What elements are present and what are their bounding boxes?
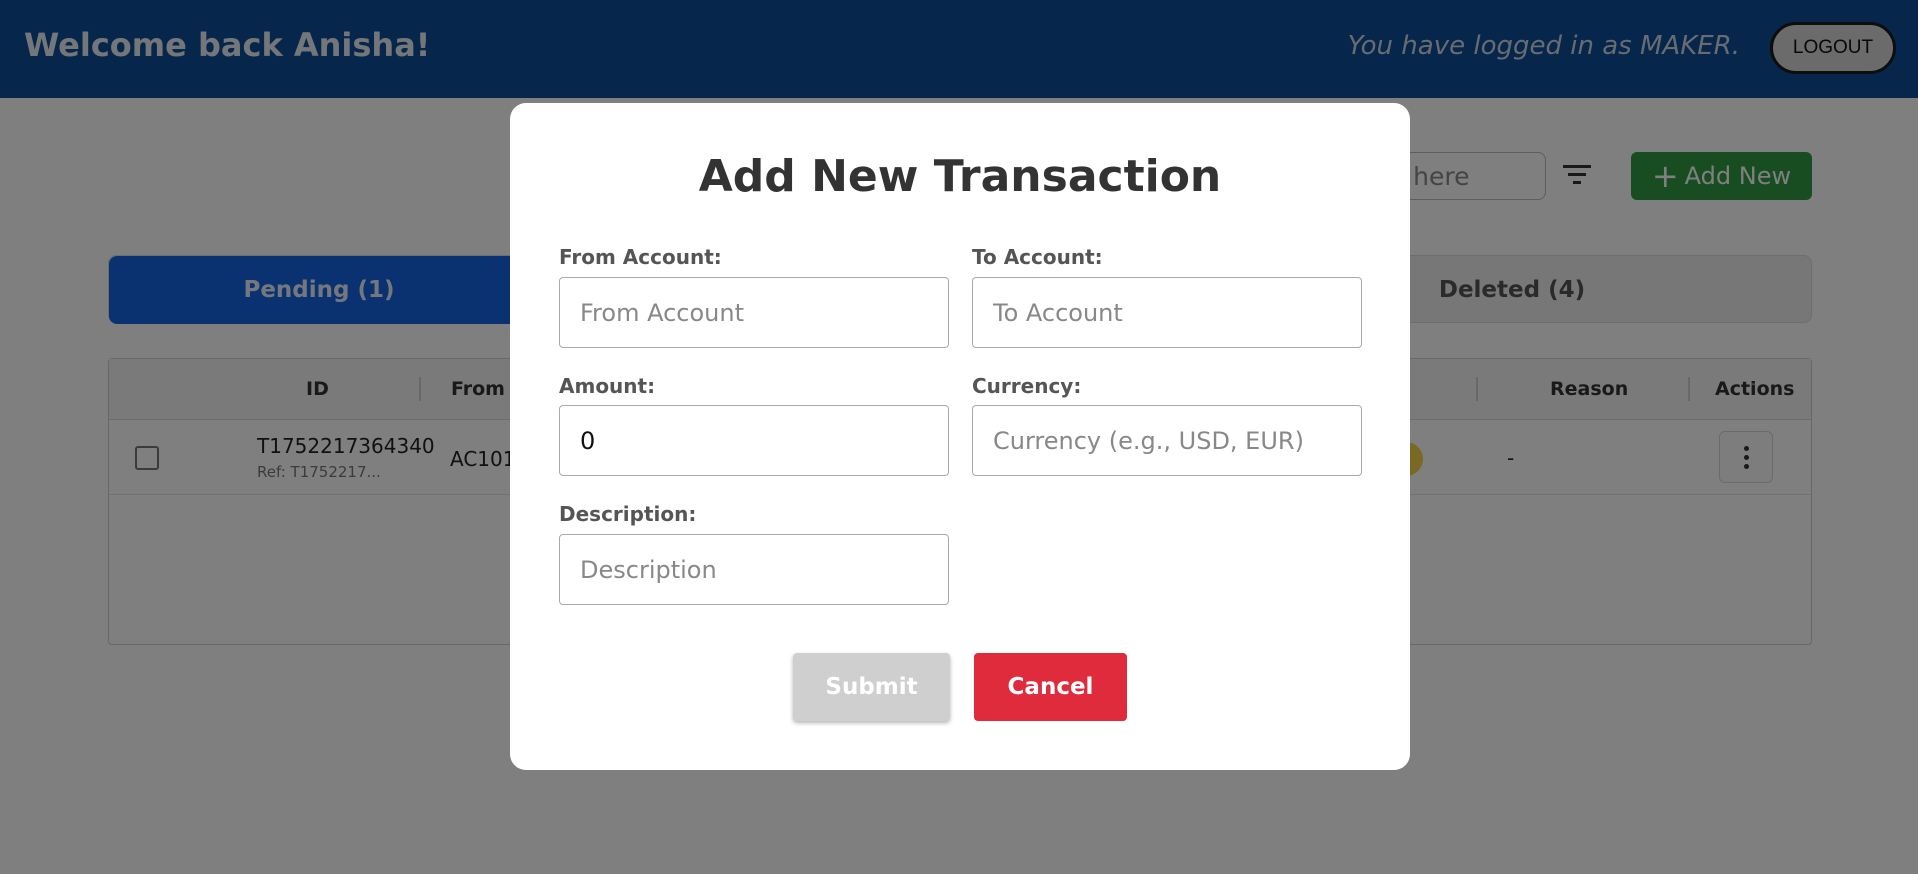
description-input[interactable]	[559, 534, 949, 605]
from-account-label: From Account:	[559, 245, 722, 269]
currency-label: Currency:	[972, 374, 1082, 398]
cancel-button[interactable]: Cancel	[974, 653, 1127, 721]
to-account-label: To Account:	[972, 245, 1103, 269]
add-transaction-dialog: Add New Transaction From Account: To Acc…	[510, 103, 1410, 770]
to-account-input[interactable]	[972, 277, 1362, 348]
description-label: Description:	[559, 502, 697, 526]
amount-input[interactable]	[559, 405, 949, 476]
currency-input[interactable]	[972, 405, 1362, 476]
submit-button[interactable]: Submit	[793, 653, 950, 721]
dialog-title: Add New Transaction	[698, 151, 1222, 202]
amount-label: Amount:	[559, 374, 656, 398]
from-account-input[interactable]	[559, 277, 949, 348]
